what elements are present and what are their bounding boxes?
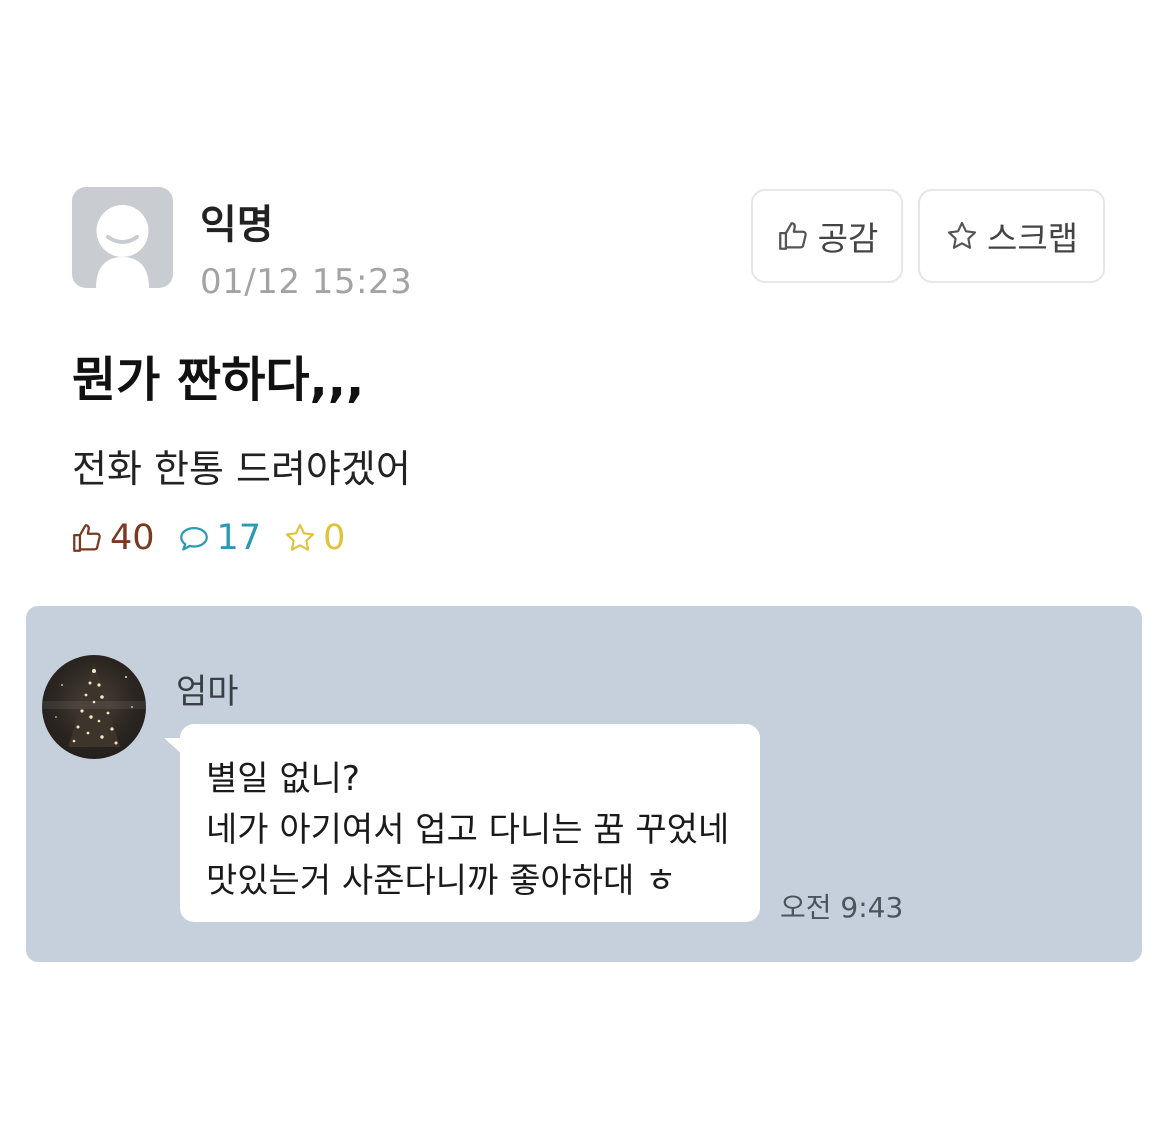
like-button[interactable]: 공감 <box>751 189 903 283</box>
thumbs-up-icon <box>776 219 810 253</box>
message-line: 맛있는거 사준다니까 좋아하대 ㅎ <box>206 861 677 901</box>
message-line: 별일 없니? <box>206 759 360 799</box>
chat-message-bubble: 별일 없니? 네가 아기여서 업고 다니는 꿈 꾸었네 맛있는거 사준다니까 좋… <box>164 724 760 922</box>
author-name: 익명 <box>200 202 274 248</box>
post-timestamp: 01/12 15:23 <box>200 262 413 302</box>
post-stats: 40 17 0 <box>70 516 367 560</box>
scrap-button[interactable]: 스크랩 <box>918 189 1105 283</box>
post-body: 전화 한통 드려야겠어 <box>72 447 411 491</box>
scrap-count-value: 0 <box>323 518 346 558</box>
message-line: 네가 아기여서 업고 다니는 꿈 꾸었네 <box>206 810 730 850</box>
like-count-value: 40 <box>110 518 155 558</box>
star-icon <box>945 219 979 253</box>
message-time: 오전 9:43 <box>780 891 904 924</box>
cropped-date-divider: ━━━ ━ ━━ ━━ <box>460 600 686 612</box>
post-title: 뭔가 짠하다,,, <box>72 352 365 408</box>
thumbs-up-icon <box>70 521 104 555</box>
comment-count: 17 <box>177 518 262 558</box>
comment-count-value: 17 <box>216 518 262 558</box>
star-icon <box>283 521 317 555</box>
scrap-count: 0 <box>283 518 345 558</box>
like-count: 40 <box>70 518 155 558</box>
sender-name: 엄마 <box>176 672 239 712</box>
speech-bubble-icon <box>177 521 211 555</box>
sender-avatar <box>42 655 146 759</box>
like-button-label: 공감 <box>817 219 879 258</box>
post-page: 익명 01/12 15:23 공감 스크랩 뭔가 짠하다,,, 전화 한통 드려… <box>0 0 1170 1146</box>
anonymous-avatar <box>72 187 173 288</box>
scrap-button-label: 스크랩 <box>986 219 1079 258</box>
